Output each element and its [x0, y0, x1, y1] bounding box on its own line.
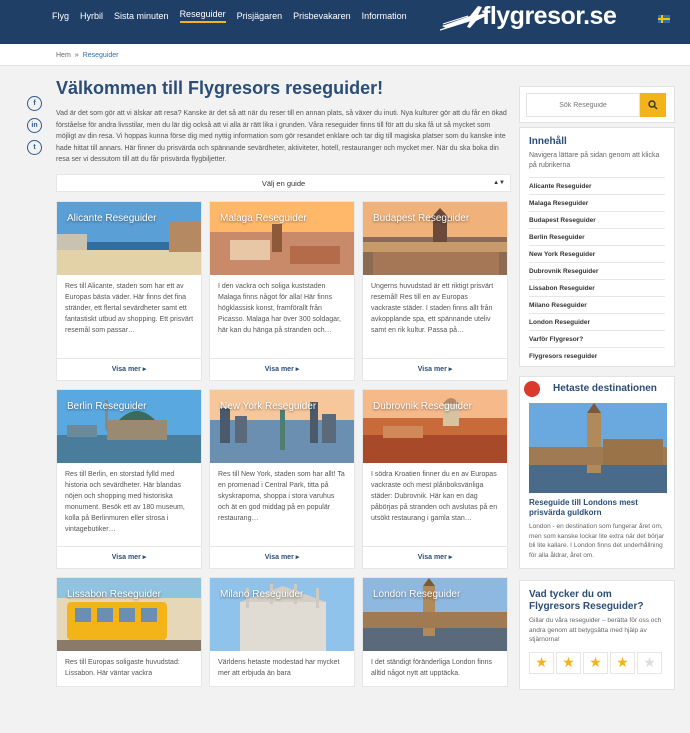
rating-title: Vad tycker du om Flygresors Reseguider?	[529, 589, 644, 612]
hot-destination-panel: Hetaste destinationen Reseguide till Lon…	[519, 376, 675, 569]
nav-flyg[interactable]: Flyg	[52, 11, 69, 21]
card-text: Res till Berlin, en storstad fylld med h…	[65, 471, 185, 533]
visa-mer-link[interactable]: Visa mer ▸	[210, 546, 354, 568]
swedish-flag-icon[interactable]	[658, 15, 670, 23]
nav-hyrbil[interactable]: Hyrbil	[80, 11, 103, 21]
twitter-icon[interactable]: t	[27, 140, 42, 155]
linkedin-icon[interactable]: in	[27, 118, 42, 133]
guide-select[interactable]: Välj en guide ▲▼	[56, 174, 511, 192]
card-title: London Reseguider	[373, 589, 461, 600]
card-text: I den vackra och soliga kuststaden Malag…	[218, 283, 341, 334]
toc-item[interactable]: Dubrovnik Reseguider	[529, 262, 665, 279]
star-icon[interactable]: ★	[637, 651, 662, 674]
alicante-image[interactable]: Alicante Reseguider	[57, 202, 201, 275]
dubrovnik-image[interactable]: Dubrovnik Reseguider	[363, 390, 507, 463]
visa-mer-link[interactable]: Visa mer ▸	[363, 358, 507, 380]
card-text: Res till Alicante, staden som har ett av…	[65, 283, 194, 334]
card-title: Budapest Reseguider	[373, 213, 470, 224]
search-panel	[519, 86, 675, 123]
select-arrows-icon: ▲▼	[493, 180, 505, 186]
card-title: Alicante Reseguider	[67, 213, 157, 224]
toc-description: Navigera lättare på sidan genom att klic…	[529, 152, 660, 169]
guide-card-new-york[interactable]: New York Reseguider Res till New York, s…	[209, 389, 355, 569]
breadcrumb-home[interactable]: Hem	[56, 52, 71, 59]
guide-card-alicante[interactable]: Alicante Reseguider Res till Alicante, s…	[56, 201, 202, 381]
nav-sista-minuten[interactable]: Sista minuten	[114, 11, 169, 21]
intro-text: Vad är det som gör att vi älskar att res…	[56, 110, 507, 163]
card-title: Lissabon Reseguider	[67, 589, 161, 600]
visa-mer-link[interactable]: Visa mer ▸	[57, 358, 201, 380]
star-icon[interactable]: ★	[529, 651, 554, 674]
new-york-image[interactable]: New York Reseguider	[210, 390, 354, 463]
toc-item[interactable]: Malaga Reseguider	[529, 194, 665, 211]
london-image[interactable]: London Reseguider	[363, 578, 507, 651]
guide-card-berlin[interactable]: Berlin Reseguider Res till Berlin, en st…	[56, 389, 202, 569]
page-title: Välkommen till Flygresors reseguider!	[56, 78, 384, 98]
guide-select-value: Välj en guide	[261, 179, 306, 188]
milano-image[interactable]: Milano Reseguider	[210, 578, 354, 651]
card-title: New York Reseguider	[220, 401, 317, 412]
guide-card-lissabon[interactable]: Lissabon Reseguider Res till Europas sol…	[56, 577, 202, 687]
toc-item[interactable]: New York Reseguider	[529, 245, 665, 262]
toc-title: Innehåll	[529, 136, 567, 147]
hot-link[interactable]: Reseguide till Londons mest prisvärda gu…	[529, 498, 665, 518]
breadcrumb-separator: »	[74, 52, 79, 59]
card-title: Berlin Reseguider	[67, 401, 147, 412]
malaga-image[interactable]: Malaga Reseguider	[210, 202, 354, 275]
star-icon[interactable]: ★	[583, 651, 608, 674]
card-text: Res till Europas soligaste huvudstad: Li…	[65, 659, 180, 677]
facebook-icon[interactable]: f	[27, 96, 42, 111]
lissabon-image[interactable]: Lissabon Reseguider	[57, 578, 201, 651]
guide-card-budapest[interactable]: Budapest Reseguider Ungerns huvudstad är…	[362, 201, 508, 381]
search-input[interactable]	[526, 93, 640, 117]
rating-text: Gillar du våra reseguider – berätta för …	[529, 617, 662, 643]
card-text: Res till New York, staden som har allt! …	[218, 471, 345, 522]
nav-reseguider[interactable]: Reseguider	[179, 9, 226, 23]
berlin-image[interactable]: Berlin Reseguider	[57, 390, 201, 463]
toc-item[interactable]: Varför Flygresor?	[529, 330, 665, 347]
toc-item[interactable]: Flygresors reseguider	[529, 347, 665, 364]
nav-information[interactable]: Information	[362, 11, 407, 21]
visa-mer-link[interactable]: Visa mer ▸	[210, 358, 354, 380]
card-title: Malaga Reseguider	[220, 213, 307, 224]
toc-item[interactable]: Berlin Reseguider	[529, 228, 665, 245]
toc-item[interactable]: Milano Reseguider	[529, 296, 665, 313]
visa-mer-link[interactable]: Visa mer ▸	[363, 546, 507, 568]
guide-card-dubrovnik[interactable]: Dubrovnik Reseguider I södra Kroatien fi…	[362, 389, 508, 569]
search-button[interactable]	[640, 93, 666, 117]
fire-icon	[524, 381, 540, 397]
rating-panel: Vad tycker du om Flygresors Reseguider? …	[519, 580, 675, 690]
star-icon[interactable]: ★	[556, 651, 581, 674]
budapest-image[interactable]: Budapest Reseguider	[363, 202, 507, 275]
toc-item[interactable]: Alicante Reseguider	[529, 177, 665, 194]
toc-item[interactable]: London Reseguider	[529, 313, 665, 330]
hot-text: London - en destination som fungerar åre…	[529, 523, 665, 559]
nav-prisjagaren[interactable]: Prisjägaren	[237, 11, 283, 21]
breadcrumb-current[interactable]: Reseguider	[83, 52, 119, 59]
london-hot-image[interactable]	[529, 403, 667, 493]
nav-prisbevakaren[interactable]: Prisbevakaren	[293, 11, 351, 21]
card-text: Ungerns huvudstad är ett riktigt prisvär…	[371, 283, 494, 334]
card-text: I det ständigt föränderliga London finns…	[371, 659, 493, 677]
main-nav: Flyg Hyrbil Sista minuten Reseguider Pri…	[52, 0, 418, 32]
card-title: Milano Reseguider	[220, 589, 304, 600]
card-text: I södra Kroatien finner du en av Europas…	[371, 471, 498, 522]
guide-card-malaga[interactable]: Malaga Reseguider I den vackra och solig…	[209, 201, 355, 381]
hot-title: Hetaste destinationen	[553, 383, 657, 394]
toc-item[interactable]: Lissabon Reseguider	[529, 279, 665, 296]
card-title: Dubrovnik Reseguider	[373, 401, 472, 412]
card-text: Världens hetaste modestad har mycket mer…	[218, 659, 340, 677]
guide-card-milano[interactable]: Milano Reseguider Världens hetaste modes…	[209, 577, 355, 687]
search-icon	[648, 100, 658, 110]
visa-mer-link[interactable]: Visa mer ▸	[57, 546, 201, 568]
breadcrumb: Hem» Reseguider	[56, 52, 119, 59]
toc-item[interactable]: Budapest Reseguider	[529, 211, 665, 228]
star-icon[interactable]: ★	[610, 651, 635, 674]
site-logo[interactable]: flygresor.se	[482, 2, 617, 31]
star-rating[interactable]: ★ ★ ★ ★ ★	[529, 651, 665, 674]
guide-card-london[interactable]: London Reseguider I det ständigt förände…	[362, 577, 508, 687]
toc-panel: Innehåll Navigera lättare på sidan genom…	[519, 127, 675, 367]
